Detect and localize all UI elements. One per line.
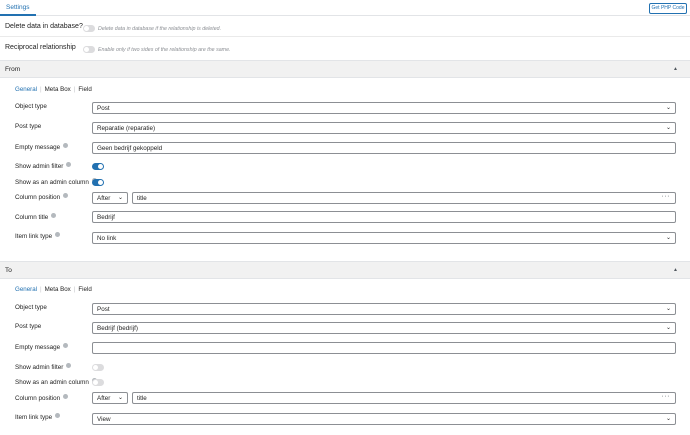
info-icon [63, 193, 69, 198]
from-admin-column-toggle[interactable] [92, 179, 104, 186]
to-column-position-target[interactable]: title ··· [132, 392, 676, 404]
chevron-down-icon: ⌄ [665, 306, 671, 312]
reciprocal-hint: Enable only if two sides of the relation… [98, 47, 231, 53]
get-php-code-button[interactable]: Get PHP Code [649, 3, 687, 14]
chevron-down-icon: ⌄ [665, 325, 671, 331]
from-subtabs: General | Meta Box | Field [15, 86, 92, 93]
info-icon [63, 343, 69, 348]
from-admin-filter-label: Show admin filter [15, 162, 72, 170]
chevron-down-icon: ⌄ [665, 416, 671, 422]
info-icon [51, 213, 57, 218]
from-column-position-select[interactable]: After ⌄ [92, 192, 128, 204]
to-item-link-type-value: View [97, 416, 111, 423]
to-post-type-select[interactable]: Bedrijf (bedrijf) ⌄ [92, 322, 676, 334]
to-column-position-select[interactable]: After ⌄ [92, 392, 128, 404]
to-post-type-value: Bedrijf (bedrijf) [97, 325, 138, 332]
chevron-down-icon: ⌄ [117, 195, 123, 201]
to-column-position-value: After [97, 395, 111, 402]
from-tab-general[interactable]: General [15, 86, 37, 93]
delete-data-hint: Delete data in database if the relations… [98, 26, 222, 32]
from-tab-field[interactable]: Field [78, 86, 91, 93]
info-icon [55, 413, 61, 418]
to-admin-filter-toggle[interactable] [92, 364, 104, 371]
to-tab-meta-box[interactable]: Meta Box [45, 286, 71, 293]
ellipsis-icon[interactable]: ··· [662, 193, 671, 200]
chevron-down-icon: ⌄ [665, 105, 671, 111]
to-column-target-value: title [137, 395, 147, 402]
reciprocal-toggle[interactable] [83, 46, 95, 53]
info-icon [63, 143, 69, 148]
delete-data-row: Delete data in database? Delete data in … [0, 16, 690, 37]
from-item-link-type-value: No link [97, 235, 117, 242]
to-section-title: To [5, 267, 12, 274]
from-column-title-value: Bedrijf [97, 214, 115, 221]
from-section-title: From [5, 66, 21, 73]
from-tab-meta-box[interactable]: Meta Box [45, 86, 71, 93]
reciprocal-row: Reciprocal relationship Enable only if t… [0, 37, 690, 59]
from-post-type-label: Post type [15, 123, 42, 130]
ellipsis-icon[interactable]: ··· [662, 393, 671, 400]
from-empty-message-label: Empty message [15, 143, 69, 151]
reciprocal-label: Reciprocal relationship [5, 44, 76, 51]
info-icon [55, 232, 61, 237]
from-object-type-select[interactable]: Post ⌄ [92, 102, 676, 114]
to-admin-column-toggle[interactable] [92, 379, 104, 386]
from-post-type-value: Reparatie (reparatie) [97, 125, 156, 132]
to-item-link-type-label: Item link type [15, 413, 61, 421]
from-item-link-type-label: Item link type [15, 232, 61, 240]
caret-up-icon[interactable]: ▲ [673, 66, 678, 72]
delete-data-toggle[interactable] [83, 25, 95, 32]
to-column-position-label: Column position [15, 394, 69, 402]
to-subtabs: General | Meta Box | Field [15, 286, 92, 293]
from-post-type-select[interactable]: Reparatie (reparatie) ⌄ [92, 122, 676, 134]
info-icon [66, 363, 72, 368]
from-section-header[interactable]: From ▲ [0, 60, 690, 78]
to-empty-message-input[interactable] [92, 342, 676, 354]
to-section-header[interactable]: To ▲ [0, 261, 690, 279]
to-object-type-value: Post [97, 306, 110, 313]
info-icon [66, 162, 72, 167]
top-bar: Settings Get PHP Code [0, 0, 690, 16]
caret-up-icon[interactable]: ▲ [673, 267, 678, 273]
from-object-type-value: Post [97, 105, 110, 112]
from-empty-message-value: Geen bedrijf gekoppeld [97, 145, 163, 152]
to-admin-column-label: Show as an admin column [15, 378, 97, 386]
from-object-type-label: Object type [15, 103, 47, 110]
to-object-type-label: Object type [15, 304, 47, 311]
info-icon [63, 394, 69, 399]
chevron-down-icon: ⌄ [117, 395, 123, 401]
from-column-position-value: After [97, 195, 111, 202]
from-column-target-value: title [137, 195, 147, 202]
from-admin-filter-toggle[interactable] [92, 163, 104, 170]
from-column-title-label: Column title [15, 213, 57, 221]
from-column-position-label: Column position [15, 193, 69, 201]
from-empty-message-input[interactable]: Geen bedrijf gekoppeld [92, 142, 676, 154]
to-empty-message-label: Empty message [15, 343, 69, 351]
chevron-down-icon: ⌄ [665, 235, 671, 241]
tab-settings[interactable]: Settings [0, 0, 36, 16]
from-admin-column-label: Show as an admin column [15, 178, 97, 186]
from-column-title-input[interactable]: Bedrijf [92, 211, 676, 223]
to-tab-field[interactable]: Field [78, 286, 91, 293]
to-item-link-type-select[interactable]: View ⌄ [92, 413, 676, 425]
to-post-type-label: Post type [15, 323, 42, 330]
to-tab-general[interactable]: General [15, 286, 37, 293]
chevron-down-icon: ⌄ [665, 125, 671, 131]
delete-data-label: Delete data in database? [5, 23, 83, 30]
from-column-position-target[interactable]: title ··· [132, 192, 676, 204]
to-admin-filter-label: Show admin filter [15, 363, 72, 371]
from-item-link-type-select[interactable]: No link ⌄ [92, 232, 676, 244]
to-object-type-select[interactable]: Post ⌄ [92, 303, 676, 315]
